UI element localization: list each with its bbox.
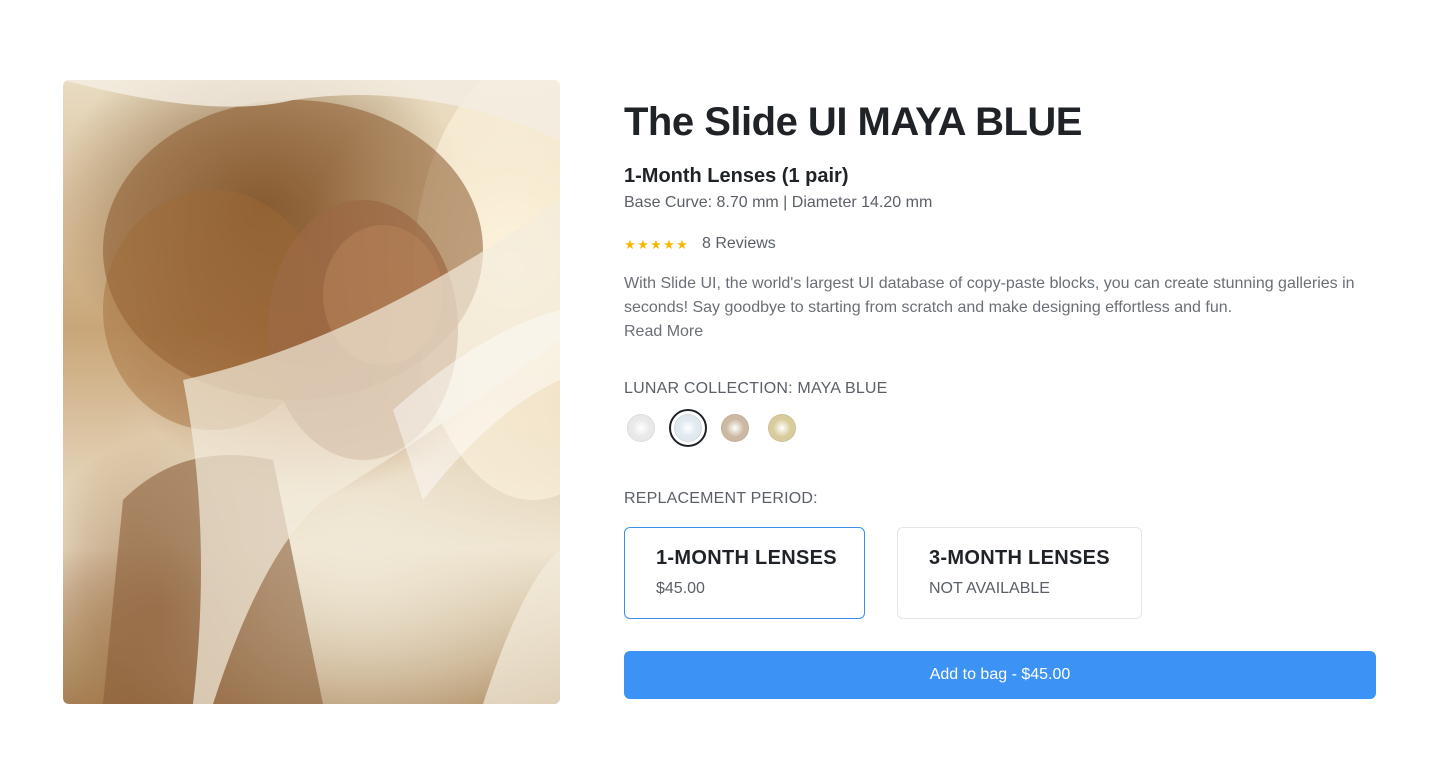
swatch-clear[interactable] [624, 411, 658, 445]
option-price: $45.00 [656, 580, 705, 597]
lens-icon [674, 414, 702, 442]
option-availability: NOT AVAILABLE [929, 580, 1050, 597]
option-title: 3-MONTH LENSES [929, 547, 1110, 569]
star-icon: ★ [676, 236, 688, 252]
read-more-link[interactable]: Read More [624, 320, 1376, 344]
replacement-options: 1-MONTH LENSES $45.00 3-MONTH LENSES NOT… [624, 527, 1376, 619]
rating: ★ ★ ★ ★ ★ 8 Reviews [624, 232, 1376, 256]
star-icon: ★ [637, 236, 649, 252]
add-to-bag-button[interactable]: Add to bag - $45.00 [624, 651, 1376, 699]
swatch-gold[interactable] [765, 411, 799, 445]
product-page: The Slide UI MAYA BLUE 1-Month Lenses (1… [0, 0, 1440, 784]
portrait-photo-icon [63, 80, 560, 704]
star-icon: ★ [650, 236, 662, 252]
product-title: The Slide UI MAYA BLUE [624, 100, 1082, 144]
option-1-month[interactable]: 1-MONTH LENSES $45.00 [624, 527, 865, 619]
product-details: The Slide UI MAYA BLUE 1-Month Lenses (1… [624, 96, 1376, 699]
product-image [63, 80, 560, 704]
star-icon: ★ [663, 236, 675, 252]
star-rating: ★ ★ ★ ★ ★ [624, 238, 688, 251]
swatch-hazel[interactable] [718, 411, 752, 445]
lens-icon [627, 414, 655, 442]
option-3-month[interactable]: 3-MONTH LENSES NOT AVAILABLE [897, 527, 1142, 619]
collection-label: LUNAR COLLECTION: MAYA BLUE [624, 380, 888, 397]
option-title: 1-MONTH LENSES [656, 547, 837, 569]
color-swatches [624, 409, 1376, 447]
lens-icon [768, 414, 796, 442]
star-icon: ★ [624, 236, 636, 252]
description-text: With Slide UI, the world's largest UI da… [624, 275, 1355, 316]
swatch-maya-blue[interactable] [669, 409, 707, 447]
product-description: With Slide UI, the world's largest UI da… [624, 272, 1376, 344]
product-specs: Base Curve: 8.70 mm | Diameter 14.20 mm [624, 194, 933, 211]
replacement-period-label: REPLACEMENT PERIOD: [624, 490, 818, 507]
reviews-link[interactable]: 8 Reviews [702, 235, 776, 253]
lens-icon [721, 414, 749, 442]
product-subtitle: 1-Month Lenses (1 pair) [624, 165, 849, 187]
